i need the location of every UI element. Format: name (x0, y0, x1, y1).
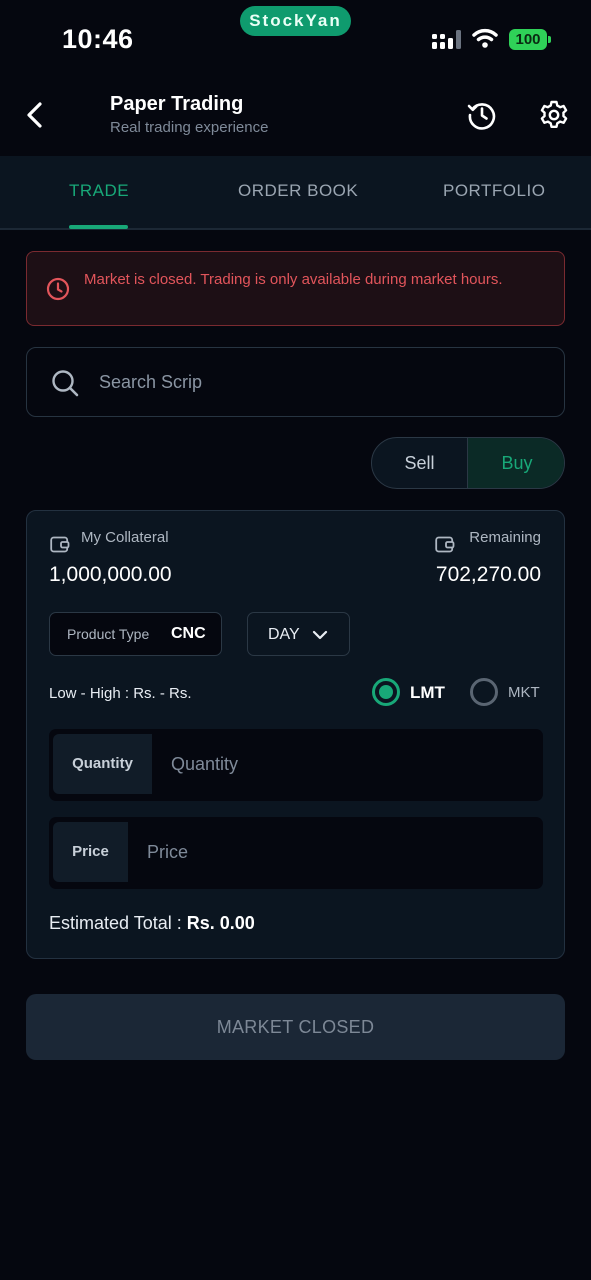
status-time: 10:46 (62, 24, 134, 54)
tab-portfolio[interactable]: PORTFOLIO (443, 156, 545, 228)
validity-dropdown[interactable]: DAY (247, 612, 350, 656)
product-type-value: CNC (171, 625, 206, 642)
history-icon[interactable] (466, 99, 498, 131)
page-subtitle: Real trading experience (110, 119, 269, 136)
quantity-label: Quantity (53, 734, 152, 794)
battery-icon: 100 (509, 29, 547, 50)
tab-trade[interactable]: TRADE (69, 156, 129, 228)
wifi-icon (472, 28, 498, 48)
price-input[interactable] (147, 836, 447, 868)
signal-icon (432, 30, 461, 49)
mkt-radio[interactable] (470, 678, 498, 706)
collateral-label: My Collateral (81, 529, 169, 546)
search-input[interactable] (99, 366, 539, 398)
clock-alert-icon (46, 277, 70, 301)
wallet-icon (435, 536, 455, 553)
quantity-field: Quantity (49, 729, 543, 801)
mkt-label[interactable]: MKT (508, 684, 540, 701)
active-tab-indicator (69, 225, 128, 229)
lmt-label[interactable]: LMT (410, 683, 445, 703)
app-header: Paper Trading Real trading experience (0, 80, 591, 156)
quantity-input[interactable] (171, 748, 471, 780)
side-toggle: Sell Buy (371, 437, 565, 489)
gear-icon[interactable] (538, 99, 570, 131)
market-closed-button[interactable]: MARKET CLOSED (26, 994, 565, 1060)
low-high-range: Low - High : Rs. - Rs. (49, 685, 192, 702)
tab-bar: TRADE ORDER BOOK PORTFOLIO (0, 156, 591, 230)
price-label: Price (53, 822, 128, 882)
remaining-value: 702,270.00 (435, 563, 541, 586)
sell-toggle-button[interactable]: Sell (372, 438, 468, 488)
page-title: Paper Trading (110, 93, 244, 115)
price-field: Price (49, 817, 543, 889)
remaining-label: Remaining (469, 529, 541, 546)
product-type-selector[interactable]: Product Type CNC (49, 612, 222, 656)
chevron-down-icon (312, 630, 328, 640)
validity-value: DAY (268, 626, 300, 643)
status-bar: 10:46 StockYan 100 (0, 0, 591, 80)
alert-message: Market is closed. Trading is only availa… (84, 271, 503, 288)
estimated-total: Estimated Total : Rs. 0.00 (49, 913, 255, 934)
buy-toggle-button[interactable]: Buy (468, 438, 564, 488)
search-box (26, 347, 565, 417)
app-pill: StockYan (240, 6, 351, 36)
tab-order-book[interactable]: ORDER BOOK (238, 156, 358, 228)
estimated-total-value: Rs. 0.00 (186, 913, 255, 933)
back-chevron-icon[interactable] (22, 98, 50, 132)
lmt-radio[interactable] (372, 678, 400, 706)
search-icon (52, 370, 79, 397)
product-type-label: Product Type (67, 626, 150, 642)
battery-cap (548, 36, 551, 43)
estimated-total-label: Estimated Total : (49, 913, 187, 933)
collateral-value: 1,000,000.00 (49, 563, 172, 586)
wallet-icon (50, 536, 70, 553)
order-card: My Collateral 1,000,000.00 Remaining 702… (26, 510, 565, 959)
market-closed-alert: Market is closed. Trading is only availa… (26, 251, 565, 326)
